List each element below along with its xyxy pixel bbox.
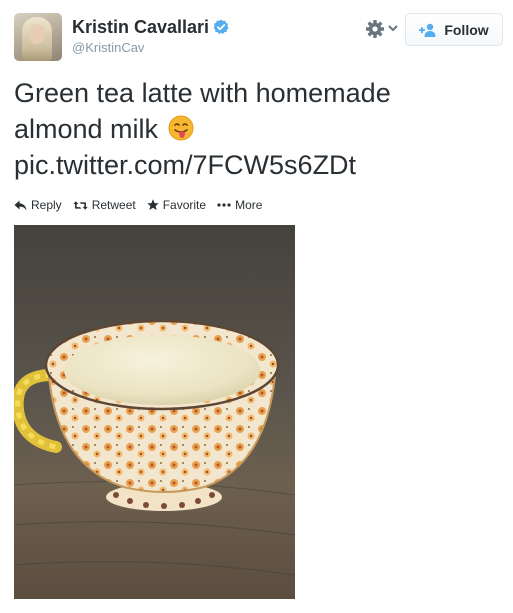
retweet-icon (72, 200, 88, 210)
tweet-actions: Reply Retweet Favorite More (14, 198, 262, 212)
retweet-label: Retweet (91, 198, 136, 212)
reply-button[interactable]: Reply (14, 198, 62, 212)
more-button[interactable]: More (217, 198, 262, 212)
author-name[interactable]: Kristin Cavallari (72, 17, 209, 38)
latte-cup-image (14, 225, 295, 599)
tweet-text-line-1: Green tea latte with homemade (14, 78, 391, 108)
verified-badge-icon (213, 19, 229, 34)
favorite-label: Favorite (162, 198, 207, 212)
tongue-out-emoji-icon (168, 115, 194, 141)
more-dots-icon (217, 203, 231, 207)
reply-icon (14, 200, 27, 210)
tweet-text-line-2: almond milk (14, 111, 484, 147)
add-user-icon (419, 23, 436, 37)
follow-button[interactable]: Follow (405, 13, 503, 46)
gear-icon[interactable] (365, 19, 385, 39)
favorite-button[interactable]: Favorite (147, 198, 206, 212)
avatar[interactable] (14, 13, 62, 61)
retweet-button[interactable]: Retweet (72, 198, 136, 212)
tweet-text: Green tea latte with homemade almond mil… (14, 75, 484, 183)
reply-label: Reply (31, 198, 62, 212)
chevron-down-icon[interactable] (388, 24, 398, 32)
tweet-text-line-2-text: almond milk (14, 114, 159, 144)
author-handle[interactable]: @KristinCav (72, 40, 144, 55)
follow-label: Follow (444, 21, 489, 38)
avatar-face (29, 24, 45, 44)
tweet-photo[interactable] (14, 225, 295, 599)
tweet-link[interactable]: pic.twitter.com/7FCW5s6ZDt (14, 147, 484, 183)
more-label: More (235, 198, 263, 212)
star-icon (147, 199, 159, 210)
